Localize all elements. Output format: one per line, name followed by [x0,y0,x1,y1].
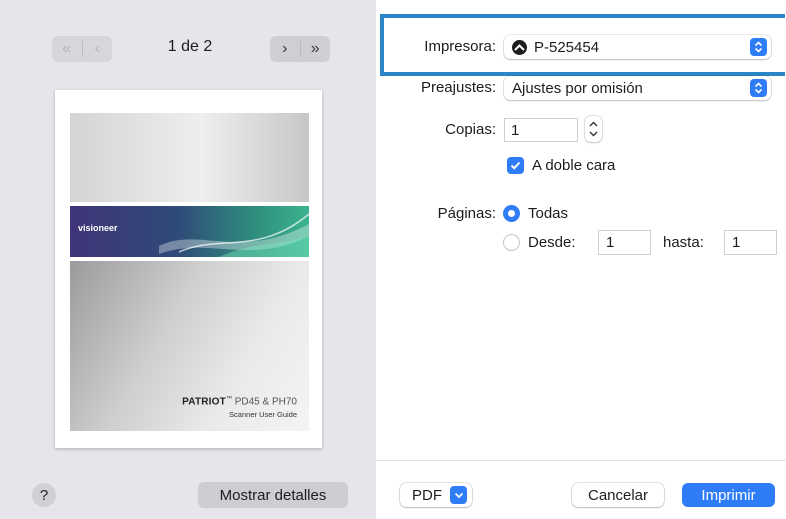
stepper-arrows-icon [589,121,598,137]
copies-stepper[interactable] [585,116,602,142]
duplex-checkbox[interactable] [507,157,524,174]
double-chevron-right-icon: » [310,40,320,57]
chevron-up-down-icon [750,79,767,97]
thumbnail-product-title: PATRIOT™ PD45 & PH70 [182,396,297,407]
thumbnail-brand-logo: visioneer [78,223,118,233]
pages-range-radio[interactable] [503,234,520,251]
last-page-button[interactable]: » [301,36,331,62]
printer-select[interactable]: P-525454 [504,35,771,59]
thumbnail-top-panel [70,113,309,202]
print-settings-pane: Impresora: P-525454 Preajustes: Ajustes … [376,0,786,519]
duplex-label: A doble cara [532,157,616,174]
page-thumbnail: visioneer PATRIOT™ PD45 & PH70 Scanner U… [55,90,322,448]
previous-page-button[interactable]: ‹ [83,36,113,62]
chevron-right-icon: › [282,40,288,57]
product-models: PD45 & PH70 [231,396,297,408]
wave-graphic [159,213,309,257]
printer-icon [512,39,527,55]
thumbnail-brand-band: visioneer [70,206,309,257]
pages-from-field[interactable]: 1 [598,230,651,255]
pages-all-radio[interactable] [503,205,520,222]
prev-page-controls: « ‹ [52,36,112,62]
copies-field[interactable]: 1 [504,118,578,142]
pdf-label: PDF [412,486,442,504]
thumbnail-subtitle: Scanner User Guide [229,410,297,419]
footer-divider [376,460,786,461]
next-page-controls: › » [270,36,330,62]
printer-value: P-525454 [534,38,600,56]
pages-to-field[interactable]: 1 [724,230,777,255]
double-chevron-left-icon: « [62,40,72,57]
page-indicator: 1 de 2 [167,38,213,55]
chevron-left-icon: ‹ [94,40,100,57]
first-page-button[interactable]: « [52,36,82,62]
show-details-button[interactable]: Mostrar detalles [198,482,348,508]
presets-select[interactable]: Ajustes por omisión [504,76,771,100]
chevron-up-down-icon [750,38,767,56]
copies-label: Copias: [445,121,496,138]
presets-label: Preajustes: [420,79,496,96]
pages-to-label: hasta: [663,234,704,251]
pages-label: Páginas: [437,205,496,222]
product-name: PATRIOT [182,396,226,408]
presets-value: Ajustes por omisión [512,79,643,97]
printer-label: Impresora: [424,38,496,55]
help-button[interactable]: ? [32,483,56,507]
cancel-button[interactable]: Cancelar [572,483,664,507]
question-mark-icon: ? [39,486,49,504]
checkmark-icon [510,161,521,170]
chevron-down-icon [450,486,467,504]
pdf-menu-button[interactable]: PDF [400,483,472,507]
thumbnail-bottom-panel: PATRIOT™ PD45 & PH70 Scanner User Guide [70,261,309,431]
next-page-button[interactable]: › [270,36,300,62]
pages-from-label: Desde: [528,234,576,251]
pages-all-label: Todas [528,205,569,222]
print-button[interactable]: Imprimir [682,483,775,507]
preview-pane: « ‹ 1 de 2 › » visioneer PATRIOT™ PD45 &… [0,0,376,519]
